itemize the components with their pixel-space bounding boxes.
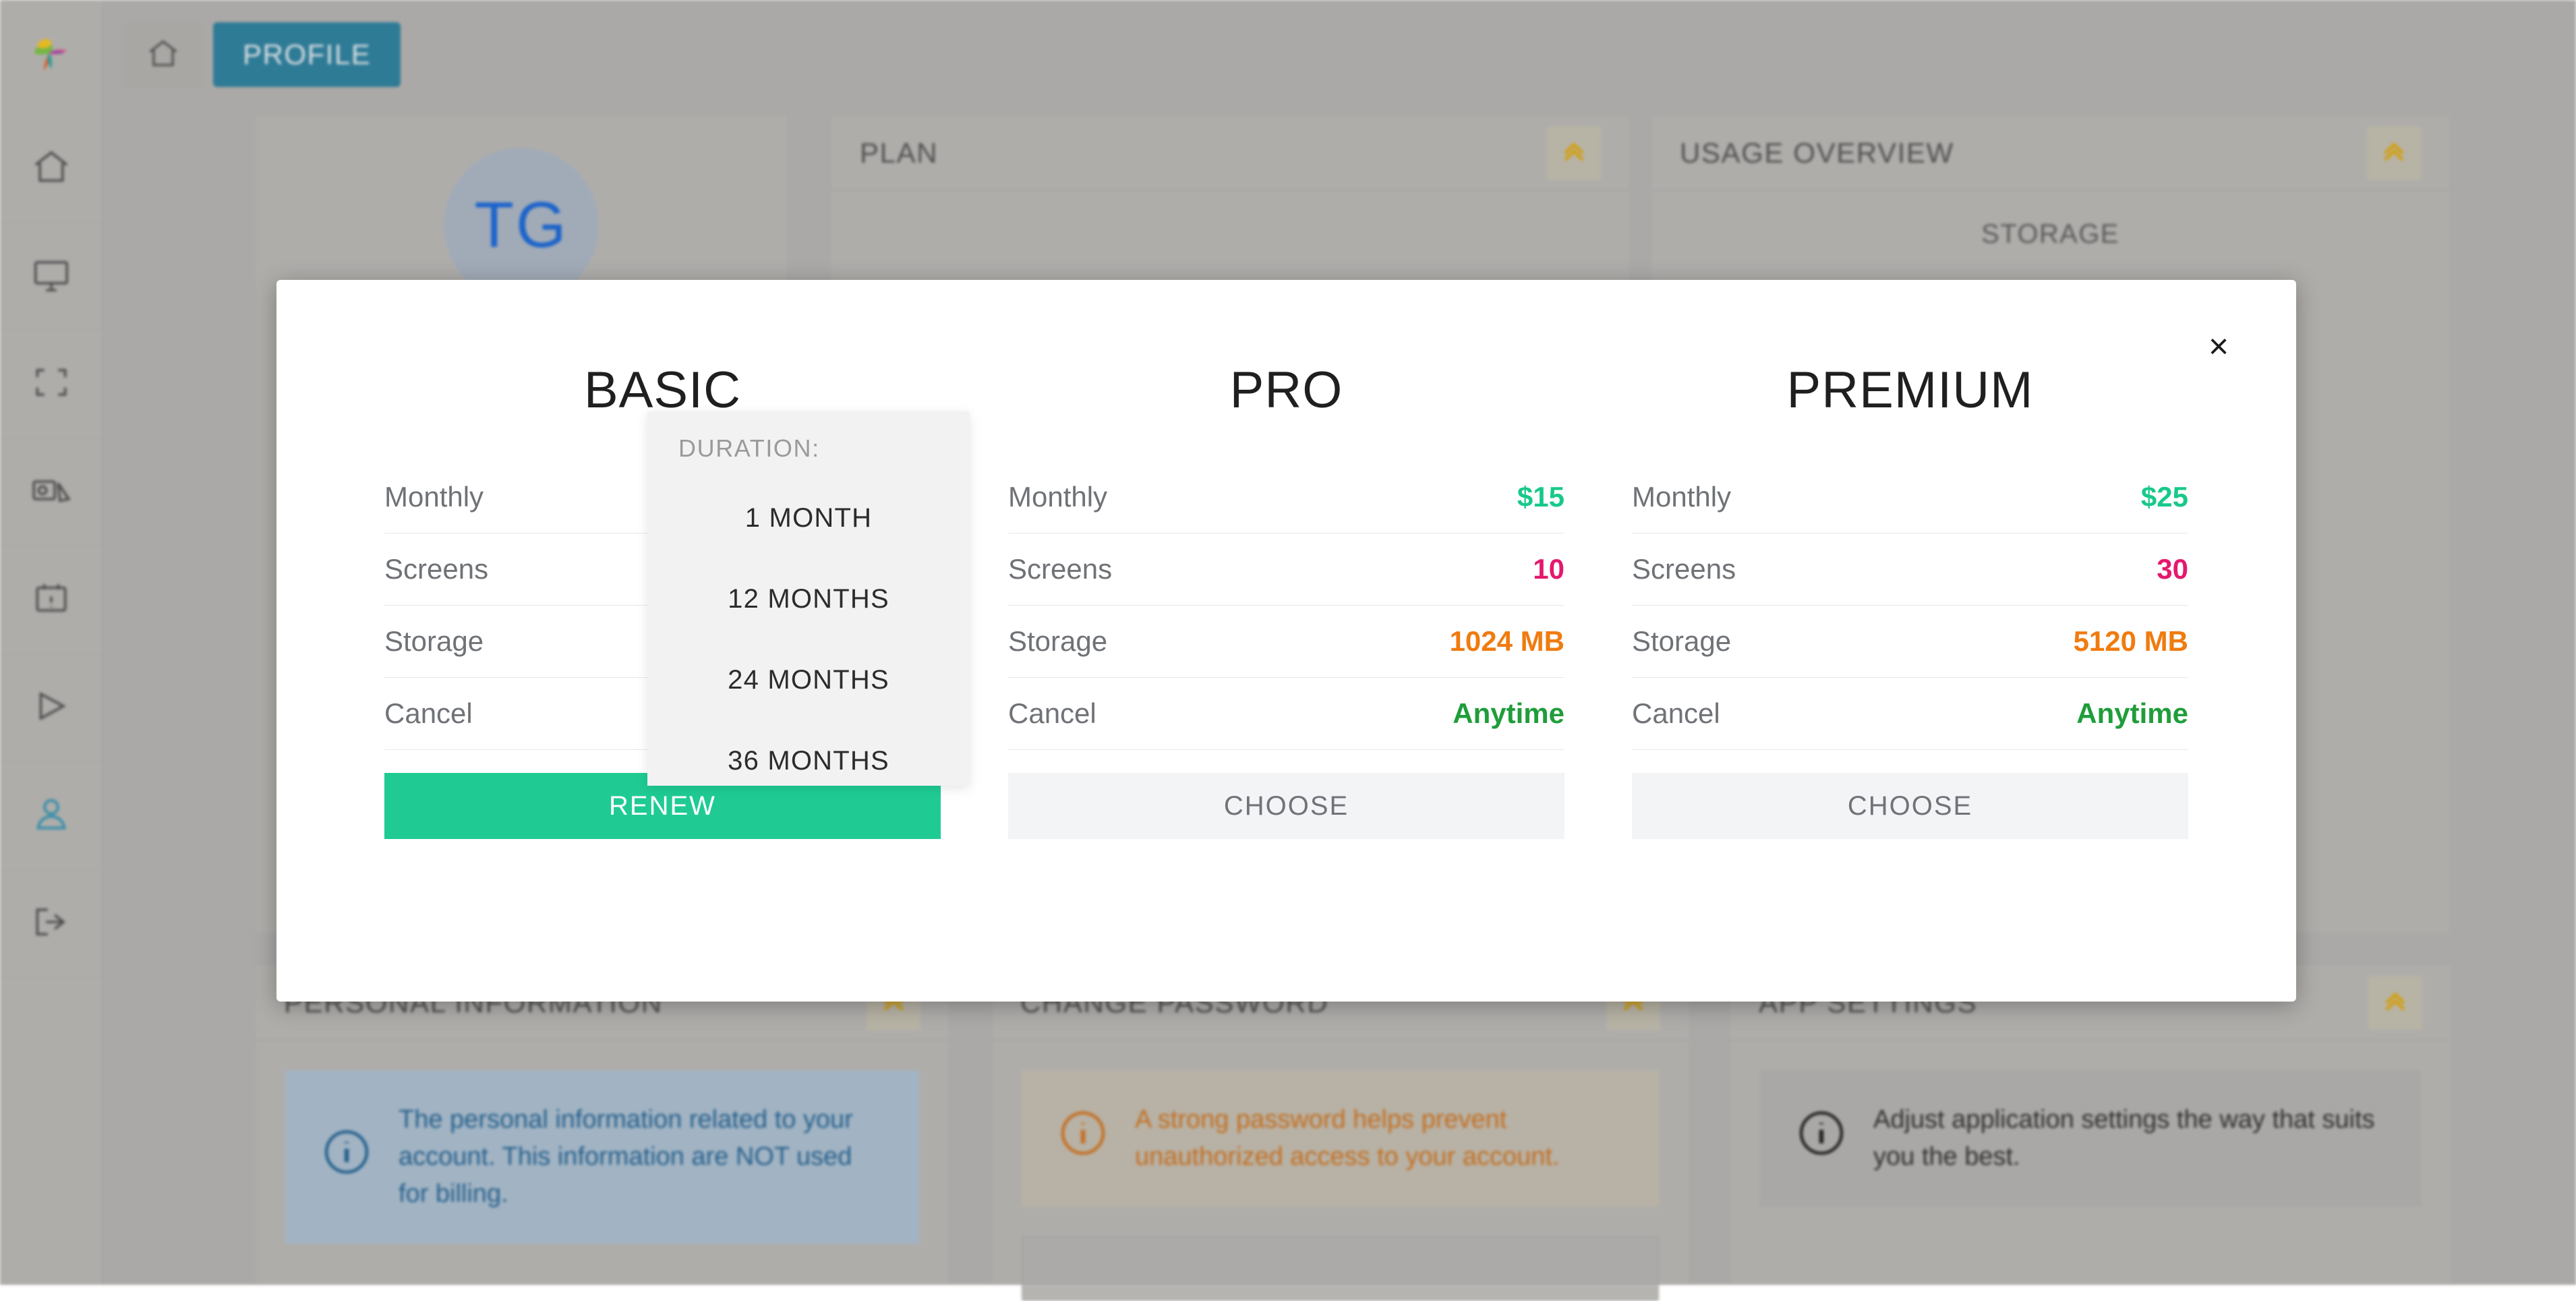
row-label: Storage: [384, 625, 484, 658]
row-label: Storage: [1632, 625, 1731, 658]
plan-row-screens: Screens 30: [1632, 533, 2188, 606]
row-value: 10: [1533, 553, 1564, 585]
row-label: Screens: [1008, 553, 1112, 585]
plan-row-storage: Storage 5120 MB: [1632, 606, 2188, 678]
row-value: $15: [1517, 481, 1564, 513]
plan-name-basic: BASIC: [384, 361, 941, 420]
duration-dropdown: DURATION: 1 MONTH 12 MONTHS 24 MONTHS 36…: [647, 411, 970, 786]
plan-column-premium: PREMIUM Monthly $25 Screens 30 Storage 5…: [1632, 361, 2188, 921]
choose-button-premium[interactable]: CHOOSE: [1632, 773, 2188, 839]
plan-name-pro: PRO: [1008, 361, 1564, 420]
plan-row-cancel: Cancel Anytime: [1008, 678, 1564, 750]
duration-option-1-month[interactable]: 1 MONTH: [647, 478, 970, 558]
row-label: Cancel: [1632, 697, 1720, 730]
plan-row-monthly: Monthly $15: [1008, 461, 1564, 533]
row-label: Screens: [1632, 553, 1736, 585]
plan-row-screens: Screens 10: [1008, 533, 1564, 606]
row-value: $25: [2141, 481, 2188, 513]
row-label: Monthly: [1632, 481, 1731, 513]
row-value: 5120 MB: [2074, 625, 2188, 658]
plan-row-monthly: Monthly $25: [1632, 461, 2188, 533]
row-label: Storage: [1008, 625, 1107, 658]
row-label: Monthly: [1008, 481, 1107, 513]
row-label: Cancel: [384, 697, 473, 730]
row-value: 30: [2157, 553, 2188, 585]
row-value: Anytime: [1453, 697, 1564, 730]
choose-button-pro[interactable]: CHOOSE: [1008, 773, 1564, 839]
duration-option-36-months[interactable]: 36 MONTHS: [647, 720, 970, 801]
row-value: Anytime: [2076, 697, 2188, 730]
duration-dropdown-label: DURATION:: [647, 434, 970, 463]
row-label: Screens: [384, 553, 488, 585]
plan-column-pro: PRO Monthly $15 Screens 10 Storage 1024 …: [1008, 361, 1564, 921]
plan-row-cancel: Cancel Anytime: [1632, 678, 2188, 750]
duration-option-12-months[interactable]: 12 MONTHS: [647, 558, 970, 639]
plan-name-premium: PREMIUM: [1632, 361, 2188, 420]
plan-selection-dialog: × BASIC Monthly Screens Storage Cancel R…: [276, 280, 2296, 1002]
row-label: Cancel: [1008, 697, 1096, 730]
row-value: 1024 MB: [1450, 625, 1564, 658]
duration-option-24-months[interactable]: 24 MONTHS: [647, 639, 970, 720]
row-label: Monthly: [384, 481, 484, 513]
plan-row-storage: Storage 1024 MB: [1008, 606, 1564, 678]
plan-grid: BASIC Monthly Screens Storage Cancel REN…: [276, 280, 2296, 1002]
